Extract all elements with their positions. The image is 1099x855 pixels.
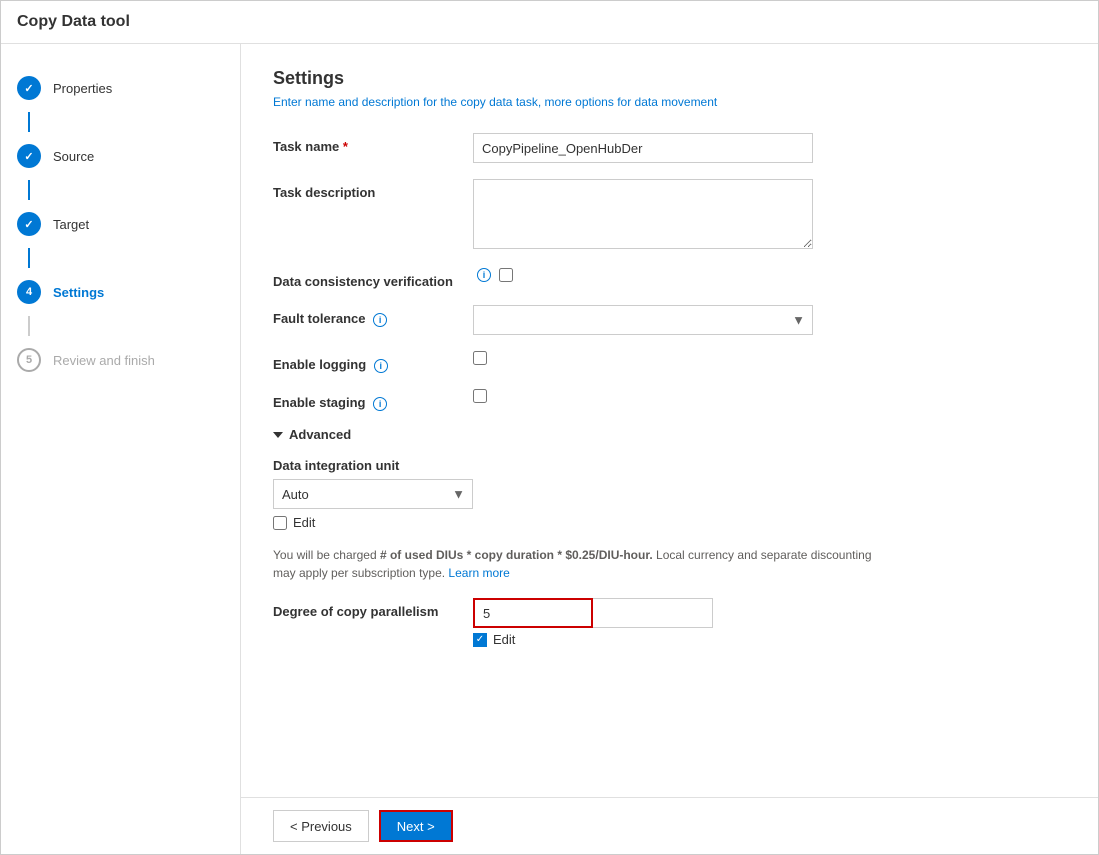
enable-staging-checkbox[interactable] <box>473 389 487 403</box>
parallelism-wrapper: Edit <box>473 598 1066 647</box>
sidebar-item-properties[interactable]: ✓ Properties <box>1 64 240 112</box>
fault-tolerance-label: Fault tolerance i <box>273 305 473 327</box>
parallelism-input-primary[interactable] <box>473 598 593 628</box>
charge-notice: You will be charged # of used DIUs * cop… <box>273 546 893 582</box>
app-body: ✓ Properties ✓ Source ✓ Target <box>1 44 1098 854</box>
step-number-settings: 4 <box>26 286 32 298</box>
charge-notice-text: You will be charged # of used DIUs * cop… <box>273 548 872 580</box>
advanced-label: Advanced <box>289 427 351 442</box>
enable-staging-label: Enable staging i <box>273 389 473 411</box>
sidebar-label-properties: Properties <box>53 81 112 96</box>
advanced-header[interactable]: Advanced <box>273 427 1066 442</box>
sidebar: ✓ Properties ✓ Source ✓ Target <box>1 44 241 854</box>
enable-staging-wrapper <box>473 389 1066 406</box>
parallelism-label: Degree of copy parallelism <box>273 598 473 619</box>
task-name-input[interactable] <box>473 133 813 163</box>
fault-tolerance-info-icon[interactable]: i <box>373 313 387 327</box>
data-consistency-wrapper: i <box>473 268 1066 282</box>
diu-select-wrapper: Auto 2 4 8 16 32 ▼ <box>273 479 473 509</box>
task-description-label: Task description <box>273 179 473 200</box>
sidebar-item-target[interactable]: ✓ Target <box>1 200 240 248</box>
enable-logging-row: Enable logging i <box>273 351 1066 373</box>
parallelism-edit-checkbox[interactable] <box>473 633 487 647</box>
diu-select[interactable]: Auto 2 4 8 16 32 <box>273 479 473 509</box>
step-circle-source: ✓ <box>17 144 41 168</box>
step-circle-properties: ✓ <box>17 76 41 100</box>
parallelism-edit-row: Edit <box>473 632 1066 647</box>
charge-notice-bold: # of used DIUs * copy duration * $0.25/D… <box>380 548 653 562</box>
app-title: Copy Data tool <box>17 13 1082 31</box>
data-consistency-check-row: i <box>473 268 1066 282</box>
parallelism-edit-label: Edit <box>493 632 515 647</box>
data-consistency-row: Data consistency verification i <box>273 268 1066 289</box>
enable-logging-checkbox[interactable] <box>473 351 487 365</box>
diu-select-row: Auto 2 4 8 16 32 ▼ <box>273 479 1066 509</box>
task-name-wrapper <box>473 133 1066 163</box>
sidebar-label-target: Target <box>53 217 89 232</box>
diu-edit-label: Edit <box>293 515 315 530</box>
next-button[interactable]: Next > <box>379 810 453 842</box>
fault-tolerance-wrapper: ▼ <box>473 305 1066 335</box>
enable-logging-info-icon[interactable]: i <box>374 359 388 373</box>
data-consistency-label: Data consistency verification <box>273 268 473 289</box>
settings-title: Settings <box>273 68 1066 89</box>
connector-1 <box>28 112 30 132</box>
connector-4 <box>28 316 30 336</box>
task-name-label: Task name * <box>273 133 473 154</box>
task-description-input[interactable] <box>473 179 813 249</box>
diu-label: Data integration unit <box>273 458 1066 473</box>
task-description-row: Task description <box>273 179 1066 252</box>
sidebar-label-settings: Settings <box>53 285 104 300</box>
parallelism-row: Degree of copy parallelism Edit <box>273 598 1066 647</box>
settings-subtitle: Enter name and description for the copy … <box>273 95 1066 109</box>
parallelism-input-secondary[interactable] <box>593 598 713 628</box>
fault-tolerance-row: Fault tolerance i ▼ <box>273 305 1066 335</box>
connector-2 <box>28 180 30 200</box>
diu-edit-row: Edit <box>273 515 1066 530</box>
checkmark-target: ✓ <box>24 218 33 231</box>
parallelism-inputs <box>473 598 1066 628</box>
advanced-triangle-icon <box>273 432 283 438</box>
learn-more-link[interactable]: Learn more <box>448 566 509 580</box>
data-consistency-info-icon[interactable]: i <box>477 268 491 282</box>
fault-tolerance-select[interactable] <box>473 305 813 335</box>
fault-tolerance-select-wrapper: ▼ <box>473 305 813 335</box>
diu-section: Data integration unit Auto 2 4 8 16 32 <box>273 458 1066 530</box>
sidebar-item-source[interactable]: ✓ Source <box>1 132 240 180</box>
enable-staging-info-icon[interactable]: i <box>373 397 387 411</box>
enable-logging-wrapper <box>473 351 1066 368</box>
footer: < Previous Next > <box>241 797 1098 854</box>
step-circle-review: 5 <box>17 348 41 372</box>
sidebar-item-review[interactable]: 5 Review and finish <box>1 336 240 384</box>
enable-logging-label: Enable logging i <box>273 351 473 373</box>
app-header: Copy Data tool <box>1 1 1098 44</box>
connector-3 <box>28 248 30 268</box>
app-container: Copy Data tool ✓ Properties ✓ Source <box>0 0 1099 855</box>
previous-button[interactable]: < Previous <box>273 810 369 842</box>
task-name-row: Task name * <box>273 133 1066 163</box>
checkmark-properties: ✓ <box>24 82 33 95</box>
step-circle-target: ✓ <box>17 212 41 236</box>
step-number-review: 5 <box>26 354 32 366</box>
data-consistency-checkbox[interactable] <box>499 268 513 282</box>
enable-staging-row: Enable staging i <box>273 389 1066 411</box>
task-name-required: * <box>343 139 348 154</box>
task-description-wrapper <box>473 179 1066 252</box>
step-circle-settings: 4 <box>17 280 41 304</box>
advanced-section: Advanced <box>273 427 1066 442</box>
content-area: Settings Enter name and description for … <box>241 44 1098 797</box>
checkmark-source: ✓ <box>24 150 33 163</box>
sidebar-item-settings[interactable]: 4 Settings <box>1 268 240 316</box>
sidebar-label-review: Review and finish <box>53 353 155 368</box>
sidebar-label-source: Source <box>53 149 94 164</box>
diu-edit-checkbox[interactable] <box>273 516 287 530</box>
main-content: Settings Enter name and description for … <box>241 44 1098 854</box>
